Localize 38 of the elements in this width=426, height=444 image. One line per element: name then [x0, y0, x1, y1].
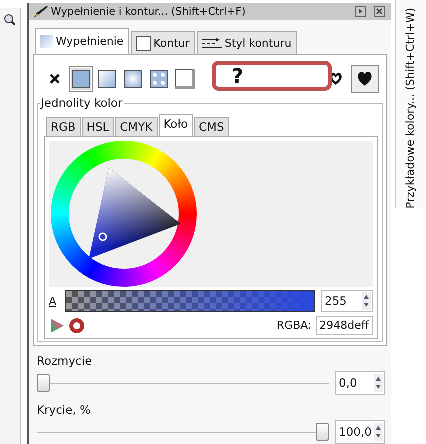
tab[interactable]: HSL [82, 117, 114, 136]
triangle-icon[interactable] [49, 318, 65, 334]
tab[interactable]: Koło [158, 114, 193, 136]
alpha-label: A [49, 294, 58, 308]
tab[interactable]: Styl konturu [196, 31, 297, 54]
dashed-lines-icon [202, 37, 222, 49]
question-mark: ? [232, 64, 244, 88]
magnifier-icon[interactable] [4, 14, 16, 26]
tab[interactable]: Wypełnienie [35, 28, 129, 54]
ring-icon[interactable] [69, 318, 85, 334]
alpha-spinbox[interactable]: 255 [321, 290, 373, 312]
close-icon[interactable] [374, 6, 385, 17]
nonzero-button[interactable] [351, 65, 379, 93]
brush-icon [33, 4, 49, 18]
side-tab[interactable]: Przykładowe kolory... (Shift+Ctrl+W) [395, 0, 424, 208]
opacity-spinbox[interactable]: 100,0 [335, 420, 385, 444]
rgba-field[interactable]: 2948deff [316, 316, 373, 335]
opacity-label: Krycie, % [37, 403, 91, 417]
tab[interactable]: CMYK [115, 117, 158, 136]
slider-thumb[interactable] [316, 423, 329, 441]
heart-icon [357, 71, 373, 87]
play-icon[interactable] [355, 6, 366, 17]
flat-paint-button[interactable] [69, 66, 93, 92]
slider-thumb[interactable] [37, 374, 50, 392]
tab[interactable]: Kontur [130, 31, 195, 54]
swatch-paint-button[interactable] [173, 66, 197, 92]
spin-arrows-icon[interactable] [374, 423, 383, 441]
window-title: Wypełnienie i kontur... (Shift+Ctrl+F) [51, 6, 247, 18]
spin-arrows-icon[interactable] [362, 292, 371, 310]
tab[interactable]: RGB [46, 117, 81, 136]
color-wheel[interactable] [51, 141, 197, 287]
x-icon [49, 73, 61, 85]
group-title: Jednolity kolor [40, 96, 124, 110]
blur-spinbox[interactable]: 0,0 [335, 371, 385, 395]
spin-arrows-icon[interactable] [374, 374, 383, 392]
rgba-label: RGBA: [276, 319, 312, 332]
tab[interactable]: CMS [194, 117, 230, 136]
blur-label: Rozmycie [37, 354, 92, 368]
